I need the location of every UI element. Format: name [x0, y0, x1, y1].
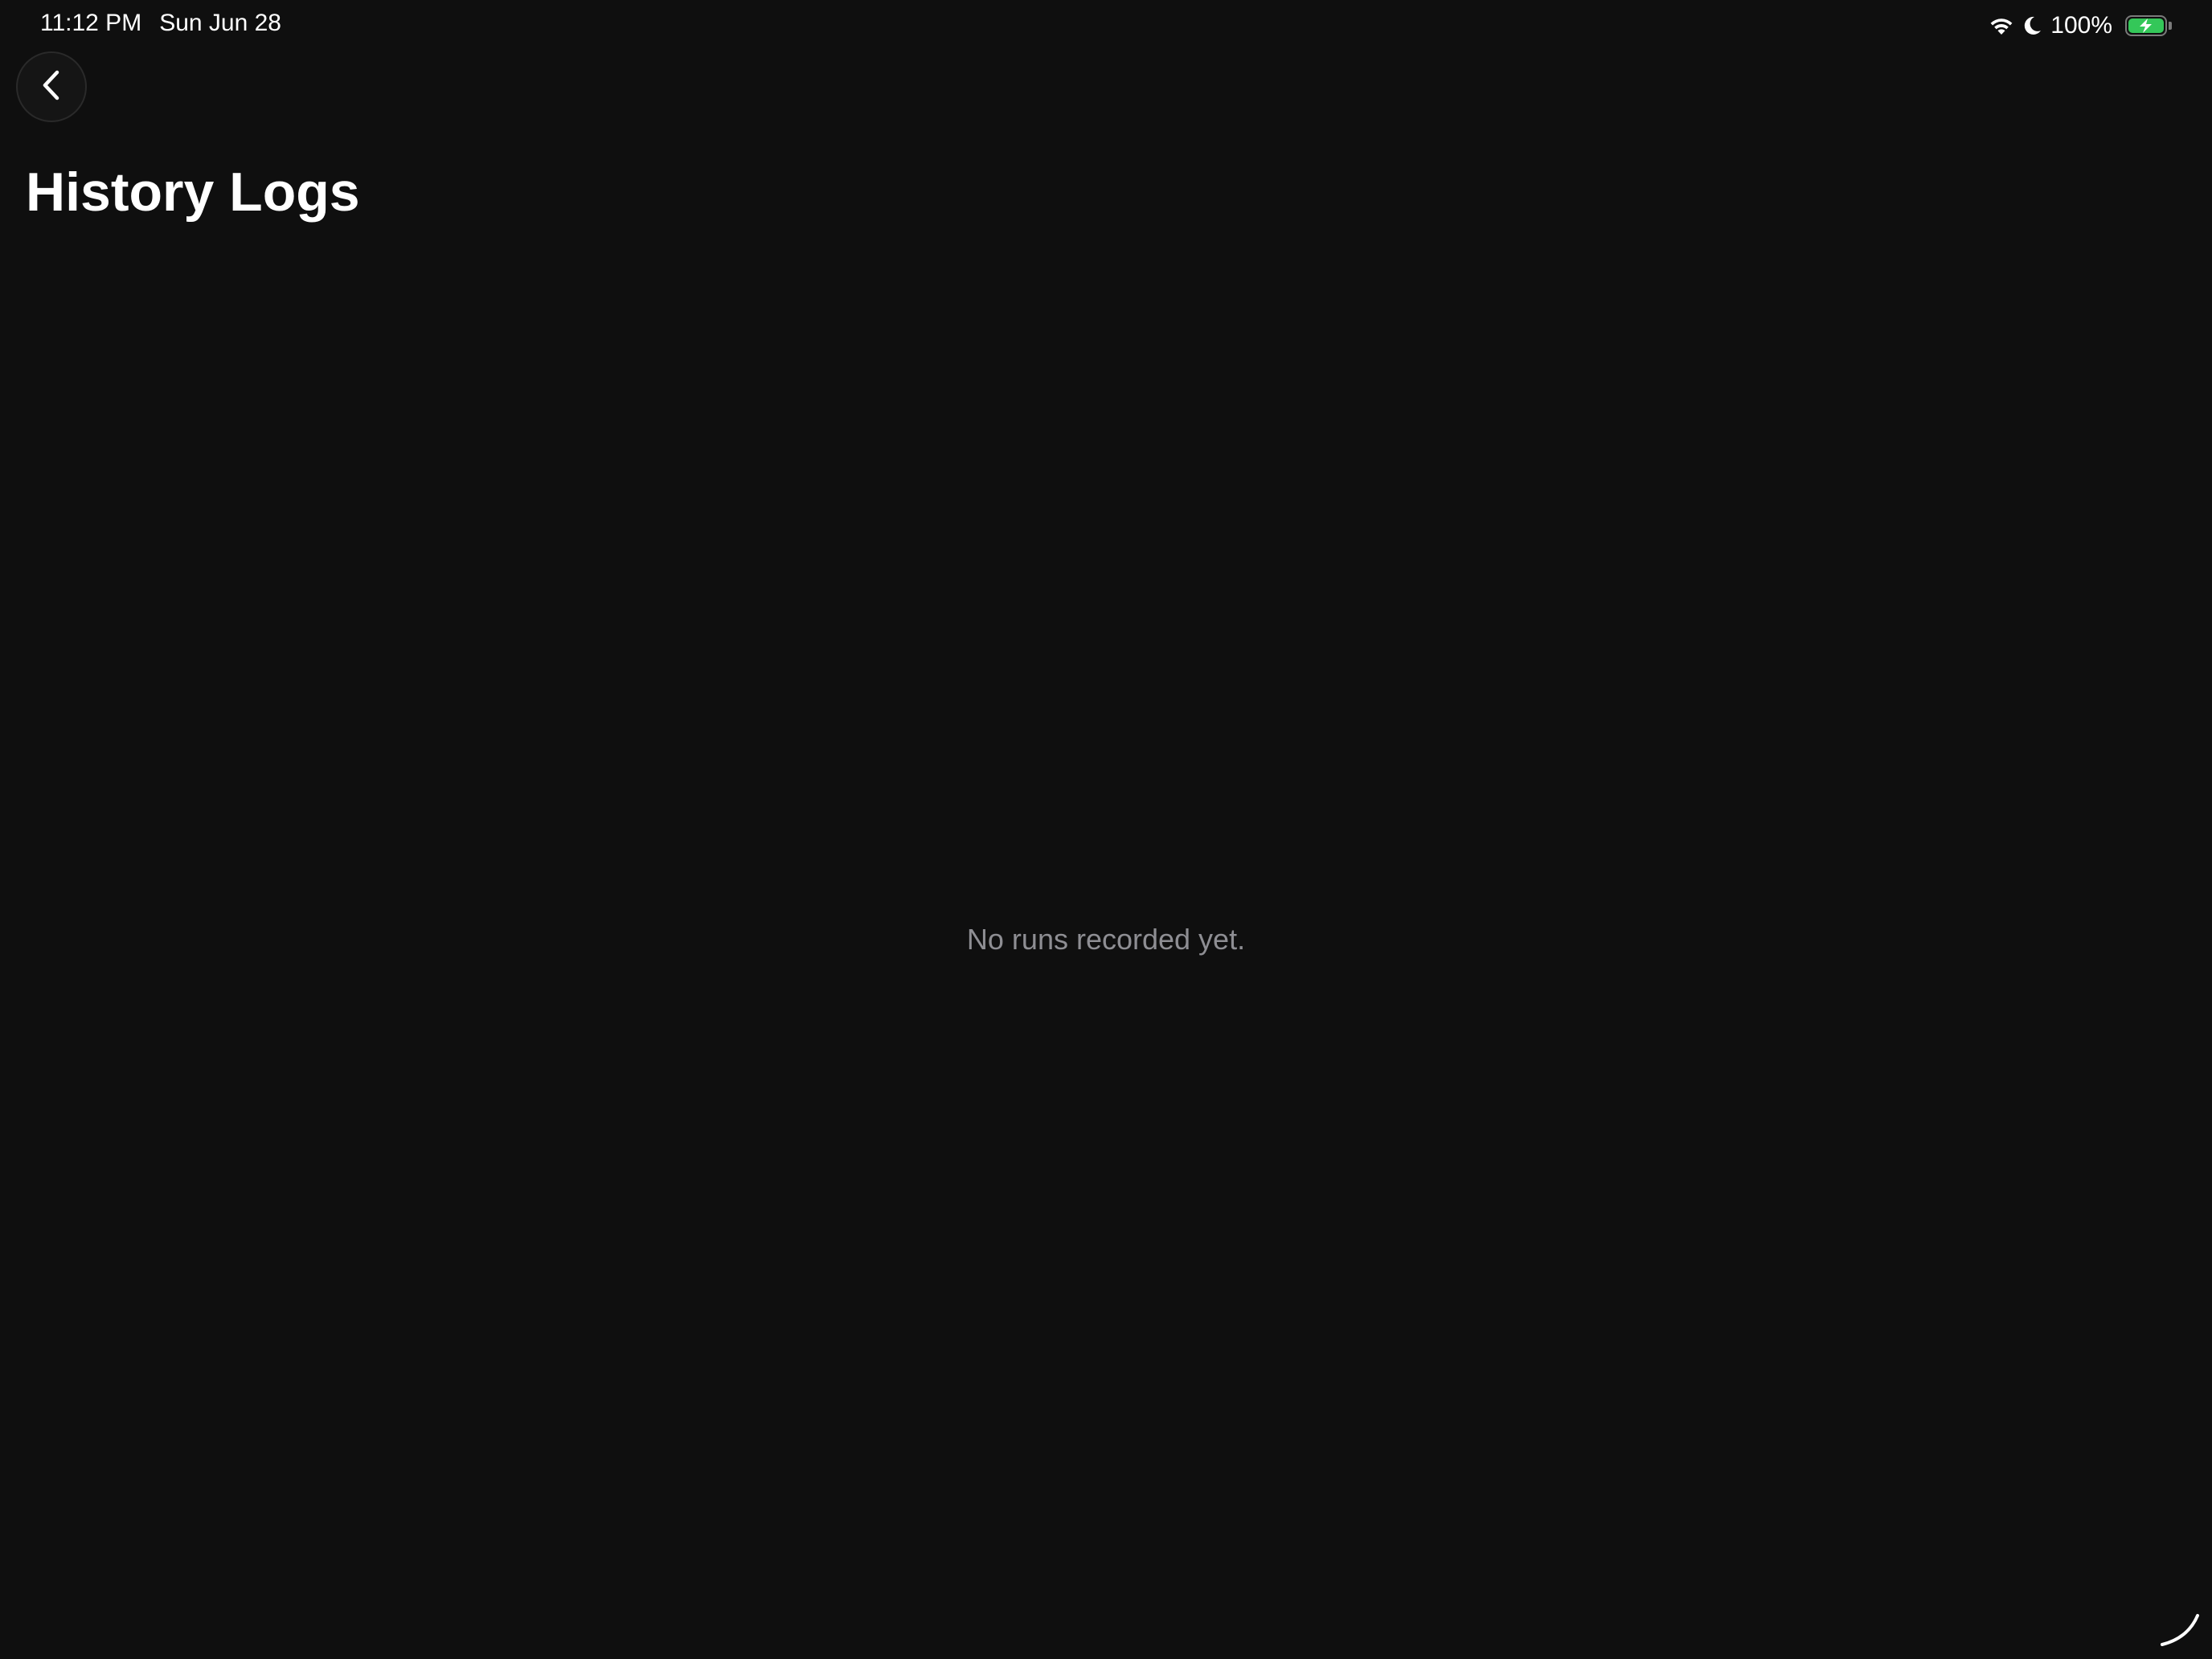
corner-gesture-indicator [2156, 1603, 2204, 1651]
chevron-left-icon [35, 68, 68, 107]
battery-percent: 100% [2050, 12, 2112, 39]
status-date: Sun Jun 28 [159, 10, 281, 36]
page-title: History Logs [26, 162, 360, 223]
battery-cap [2169, 22, 2172, 30]
moon-icon [2023, 15, 2042, 36]
status-time: 11:12 PM [40, 10, 142, 36]
status-bar: 11:12 PM Sun Jun 28 100% [0, 0, 2212, 51]
status-time-date: 11:12 PM Sun Jun 28 [40, 10, 281, 37]
back-button[interactable] [16, 51, 87, 122]
status-indicators: 100% [1988, 10, 2172, 42]
wifi-icon [1988, 15, 2015, 36]
empty-state-message: No runs recorded yet. [966, 923, 1246, 956]
screen: 11:12 PM Sun Jun 28 100% History Logs No… [0, 0, 2212, 1659]
battery-charging-icon [2125, 15, 2167, 36]
